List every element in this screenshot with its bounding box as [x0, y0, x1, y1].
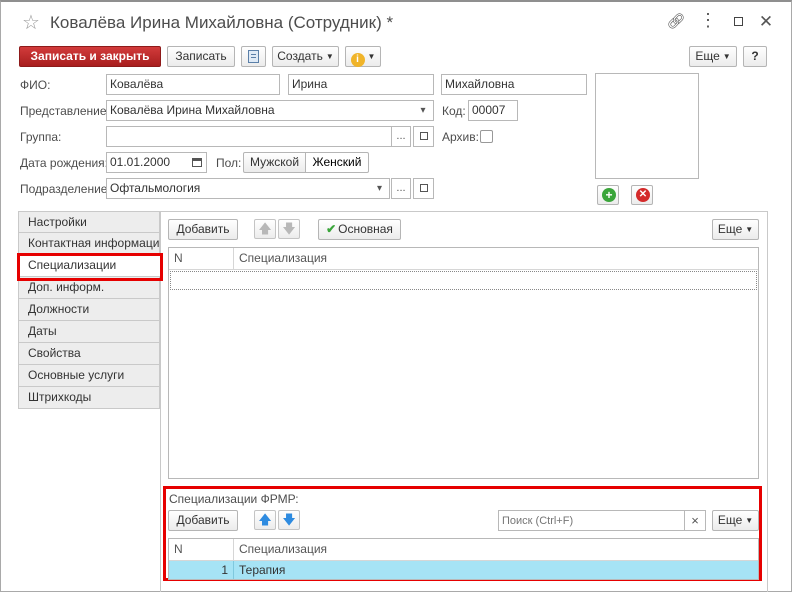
presentation-dropdown-icon[interactable]: ▾ [413, 100, 434, 121]
plus-icon: + [602, 188, 616, 202]
column-header-specialization[interactable]: Специализация [234, 539, 758, 560]
calendar-icon[interactable] [187, 152, 207, 173]
tab-dates[interactable]: Даты [18, 321, 160, 343]
row-specialization: Терапия [239, 563, 286, 577]
report-button[interactable] [241, 46, 266, 67]
more-icon[interactable]: ⋮ [696, 10, 720, 34]
close-icon[interactable]: ✕ [754, 10, 778, 34]
maximize-icon[interactable] [726, 10, 750, 34]
document-icon [248, 50, 259, 63]
header-divider [169, 269, 758, 270]
code-label: Код: [442, 104, 466, 118]
open-icon [419, 184, 428, 192]
chevron-down-icon: ▼ [367, 52, 376, 61]
add-specialization-button[interactable]: Добавить [168, 219, 238, 240]
frmr-more-label: Еще [717, 513, 743, 527]
specializations-table[interactable]: N Специализация [168, 247, 759, 479]
column-header-n[interactable]: N [169, 248, 234, 269]
check-icon: ✔ [326, 222, 337, 236]
last-name-field[interactable]: Ковалёва [106, 74, 280, 95]
department-dropdown-icon[interactable]: ▾ [370, 178, 390, 199]
frmr-move-down-icon[interactable]: 🡇︎ [278, 510, 300, 530]
more-label: Еще [695, 49, 720, 63]
chevron-down-icon: ▼ [325, 52, 334, 61]
frmr-search-input[interactable] [498, 510, 685, 531]
info-button[interactable]: i ▼ [345, 46, 381, 67]
save-button[interactable]: Записать [167, 46, 235, 67]
sex-male-option[interactable]: Мужской [243, 152, 306, 173]
birth-date-label: Дата рождения: [20, 156, 108, 170]
clear-search-icon[interactable]: × [684, 510, 706, 531]
group-open-button[interactable] [413, 126, 434, 147]
column-header-specialization[interactable]: Специализация [234, 248, 758, 269]
save-and-close-button[interactable]: Записать и закрыть [19, 46, 161, 67]
more-button[interactable]: Еще ▼ [689, 46, 737, 67]
table-row[interactable] [170, 271, 757, 290]
open-icon [419, 132, 428, 140]
frmr-add-button[interactable]: Добавить [168, 510, 238, 531]
help-button[interactable]: ? [743, 46, 767, 67]
spec-more-label: Еще [717, 222, 743, 236]
create-label: Создать [277, 49, 323, 63]
middle-name-field[interactable]: Михайловна [441, 74, 587, 95]
favorite-star-icon[interactable]: ☆ [22, 13, 40, 33]
table-row[interactable]: 1 Терапия [169, 561, 758, 579]
presentation-field[interactable]: Ковалёва Ирина Михайловна [106, 100, 414, 121]
set-main-button[interactable]: ✔ Основная [318, 219, 401, 240]
move-down-icon[interactable]: 🡇︎ [278, 219, 300, 239]
set-main-label: Основная [338, 222, 393, 236]
archive-checkbox[interactable] [480, 130, 493, 143]
column-header-n[interactable]: N [169, 539, 234, 560]
department-label: Подразделение: [20, 182, 111, 196]
frmr-more-button[interactable]: Еще ▼ [712, 510, 759, 531]
sex-label: Пол: [216, 156, 242, 170]
birth-date-field[interactable]: 01.01.2000 [106, 152, 188, 173]
info-icon: i [350, 53, 365, 67]
tab-barcodes[interactable]: Штрихкоды [18, 387, 160, 409]
chevron-down-icon: ▼ [722, 52, 731, 61]
frmr-move-up-icon[interactable]: 🡅︎ [254, 510, 276, 530]
chevron-down-icon: ▼ [745, 225, 754, 234]
spec-more-button[interactable]: Еще ▼ [712, 219, 759, 240]
sex-female-option[interactable]: Женский [305, 152, 369, 173]
tab-highlight-frame [17, 253, 163, 281]
department-select-button[interactable]: ... [391, 178, 411, 199]
link-icon[interactable]: 🔗︎ [664, 10, 688, 34]
presentation-label: Представление: [20, 104, 110, 118]
tab-main-services[interactable]: Основные услуги [18, 365, 160, 387]
add-photo-button[interactable]: + [597, 185, 619, 205]
first-name-field[interactable]: Ирина [288, 74, 434, 95]
chevron-down-icon: ▼ [745, 516, 754, 525]
group-field[interactable] [106, 126, 392, 147]
tab-positions[interactable]: Должности [18, 299, 160, 321]
code-field[interactable]: 00007 [468, 100, 518, 121]
department-field[interactable]: Офтальмология [106, 178, 371, 199]
group-select-button[interactable]: ... [391, 126, 411, 147]
window-title: Ковалёва Ирина Михайловна (Сотрудник) * [50, 13, 394, 32]
tab-contact-info[interactable]: Контактная информация [18, 233, 160, 255]
tab-settings[interactable]: Настройки [18, 211, 160, 233]
photo-box[interactable] [595, 73, 699, 179]
frmr-table[interactable]: N Специализация 1 Терапия [168, 538, 759, 580]
create-button[interactable]: Создать ▼ [272, 46, 339, 67]
row-number: 1 [169, 561, 234, 579]
group-label: Группа: [20, 130, 62, 144]
tab-properties[interactable]: Свойства [18, 343, 160, 365]
fio-label: ФИО: [20, 78, 51, 92]
move-up-icon[interactable]: 🡅︎ [254, 219, 276, 239]
delete-photo-button[interactable]: ✕ [631, 185, 653, 205]
archive-label: Архив: [442, 130, 479, 144]
delete-icon: ✕ [636, 188, 650, 202]
frmr-title: Специализации ФРМР: [169, 492, 299, 506]
department-open-button[interactable] [413, 178, 434, 199]
